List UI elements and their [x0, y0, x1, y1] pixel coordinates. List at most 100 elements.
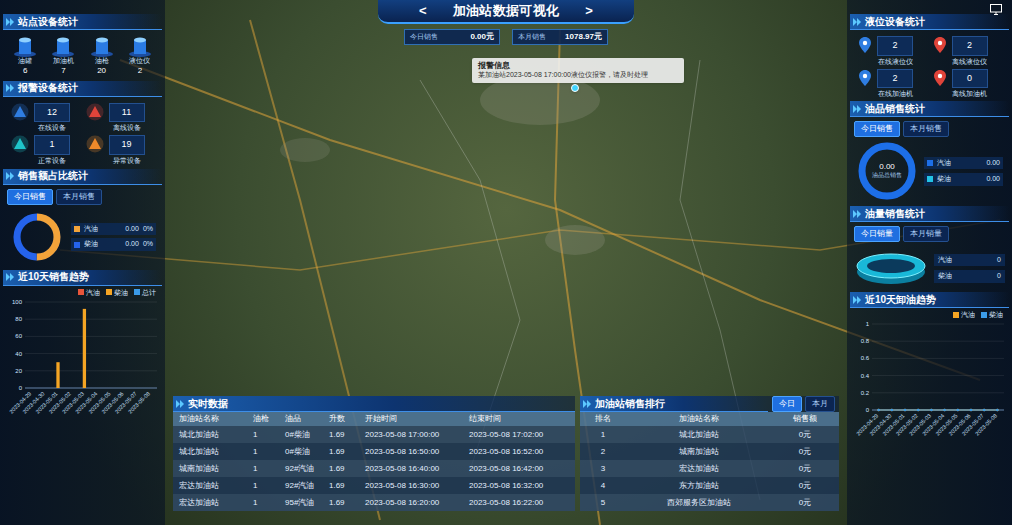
tab[interactable]: 本月	[805, 396, 835, 412]
tab-label[interactable]: 本月销量	[910, 229, 942, 238]
table-row[interactable]: 宏达加油站192#汽油1.692023-05-08 16:30:002023-0…	[173, 477, 575, 494]
tab-label[interactable]: 今日销售	[14, 192, 46, 201]
legend-label: 总计	[142, 289, 156, 296]
table-row[interactable]: 宏达加油站195#汽油1.692023-05-08 16:20:002023-0…	[173, 494, 575, 511]
grid-line	[25, 301, 157, 302]
series-point	[957, 409, 960, 412]
tab-label[interactable]: 本月销售	[910, 124, 942, 133]
table-row[interactable]: 1城北加油站0元	[580, 426, 839, 443]
table-row[interactable]: 城北加油站10#柴油1.692023-05-08 16:50:002023-05…	[173, 443, 575, 460]
tab[interactable]: 今日	[772, 396, 802, 412]
grid-line	[25, 353, 157, 354]
stat-body: 0离线加油机	[952, 69, 988, 98]
panel-title: 油品销售统计	[850, 101, 1009, 117]
cylinder-hole	[867, 259, 915, 273]
prev-button[interactable]: <	[415, 1, 431, 21]
table-row[interactable]: 城北加油站10#柴油1.692023-05-08 17:00:002023-05…	[173, 426, 575, 443]
y-tick: 1	[866, 321, 870, 327]
table-cell: 4	[586, 480, 620, 492]
panel-title: 报警设备统计	[3, 81, 162, 97]
station-devices-panel: 站点设备统计油罐6加油机7油枪20液位仪2	[3, 14, 162, 76]
panel-title: 近10天销售趋势	[3, 270, 162, 286]
donut-segment	[862, 146, 912, 196]
column-header: 加油站名称	[179, 413, 249, 425]
legend-swatch	[74, 226, 80, 232]
bar	[53, 387, 56, 388]
table-row[interactable]: 2城南加油站0元	[580, 443, 839, 460]
series-point	[983, 409, 986, 412]
stat-value: 1	[34, 135, 70, 155]
tab[interactable]: 本月销售	[903, 121, 949, 137]
legend-row: 柴油0.000%	[71, 238, 156, 251]
legend-swatch	[78, 289, 84, 295]
tab[interactable]: 本月销售	[56, 189, 102, 205]
legend-amount: 0.00	[125, 239, 139, 250]
panel-title-text: 销售额占比统计	[18, 171, 88, 181]
alarm-icon	[86, 135, 104, 153]
chevron-shape	[853, 210, 861, 218]
tab[interactable]: 本月销量	[903, 226, 949, 242]
oil-volume-panel: 油量销售统计今日销量本月销量汽油0柴油0	[850, 206, 1009, 288]
kpi-row: 今日销售0.00元本月销售1078.97元	[404, 29, 608, 45]
station-device: 加油机7	[45, 35, 81, 76]
table-cell: 2023-05-08 16:52:00	[469, 446, 569, 458]
pin-shape	[934, 70, 946, 86]
stat-body: 1正常设备	[34, 135, 70, 164]
station-device-value: 20	[97, 66, 106, 76]
stat-label: 离线加油机	[952, 90, 987, 97]
legend-value: 0	[997, 255, 1001, 266]
chevron-icon	[6, 273, 15, 281]
alert-text: 某加油站2023-05-08 17:00:00液位仪报警，请及时处理	[478, 71, 678, 80]
table-header: 排名加油站名称销售额	[580, 412, 839, 426]
table-cell: 1	[253, 446, 281, 458]
series-point	[917, 409, 920, 412]
panel-title-text: 报警设备统计	[18, 83, 78, 93]
tab-label[interactable]: 今日销量	[861, 229, 893, 238]
kpi-value: 0.00元	[470, 31, 494, 43]
bar	[66, 387, 69, 388]
table-row[interactable]: 3宏达加油站0元	[580, 460, 839, 477]
table-row[interactable]: 城南加油站192#汽油1.692023-05-08 16:40:002023-0…	[173, 460, 575, 477]
table-row[interactable]: 4东方加油站0元	[580, 477, 839, 494]
stat-label: 离线设备	[113, 124, 141, 131]
panel-title-text: 油品销售统计	[865, 104, 925, 114]
stat-item: 11离线设备	[86, 103, 155, 132]
next-button[interactable]: >	[581, 1, 597, 21]
table-cell: 西郊服务区加油站	[624, 497, 773, 509]
table-header: 加油站名称油枪油品升数开始时间结束时间	[173, 412, 575, 426]
station-device: 液位仪2	[122, 35, 158, 76]
bar	[99, 387, 102, 388]
tab-label[interactable]: 今日销售	[861, 124, 893, 133]
tab-label[interactable]: 本月销售	[63, 192, 95, 201]
stat-item: 2在线液位仪	[858, 36, 927, 65]
table-row[interactable]: 5西郊服务区加油站0元	[580, 494, 839, 511]
stat-item: 2离线液位仪	[933, 36, 1002, 65]
table-cell: 城南加油站	[179, 463, 249, 475]
tank-icon	[90, 35, 114, 57]
cylinder-top	[857, 254, 925, 278]
tab[interactable]: 今日销售	[7, 189, 53, 205]
y-tick: 100	[12, 299, 23, 305]
table-cell: 1	[253, 429, 281, 441]
tank-icon	[128, 35, 152, 57]
legend-name: 汽油	[937, 158, 951, 169]
series-line	[879, 409, 998, 410]
tab[interactable]: 今日销量	[854, 226, 900, 242]
map-pin[interactable]	[571, 84, 579, 92]
alert-popup[interactable]: 报警信息某加油站2023-05-08 17:00:00液位仪报警，请及时处理	[472, 58, 684, 83]
tab-label[interactable]: 本月	[812, 399, 828, 408]
fullscreen-icon[interactable]	[990, 4, 1002, 15]
stat-item: 2在线加油机	[858, 69, 927, 98]
tab[interactable]: 今日销售	[854, 121, 900, 137]
pin-shape	[859, 37, 871, 53]
table-cell: 2023-05-08 16:42:00	[469, 463, 569, 475]
panel-title: 站点设备统计	[3, 14, 162, 30]
table-cell: 城北加油站	[624, 429, 773, 441]
table-cell: 1.69	[329, 480, 361, 492]
sales-share-body: 汽油0.000%柴油0.000%	[3, 209, 162, 265]
legend-value: 0.00	[986, 158, 1000, 169]
bar	[112, 387, 115, 388]
grid-line	[25, 370, 157, 371]
tab-label[interactable]: 今日	[779, 399, 795, 408]
right-panel: 液位设备统计2在线液位仪2离线液位仪2在线加油机0离线加油机油品销售统计今日销售…	[847, 0, 1012, 525]
